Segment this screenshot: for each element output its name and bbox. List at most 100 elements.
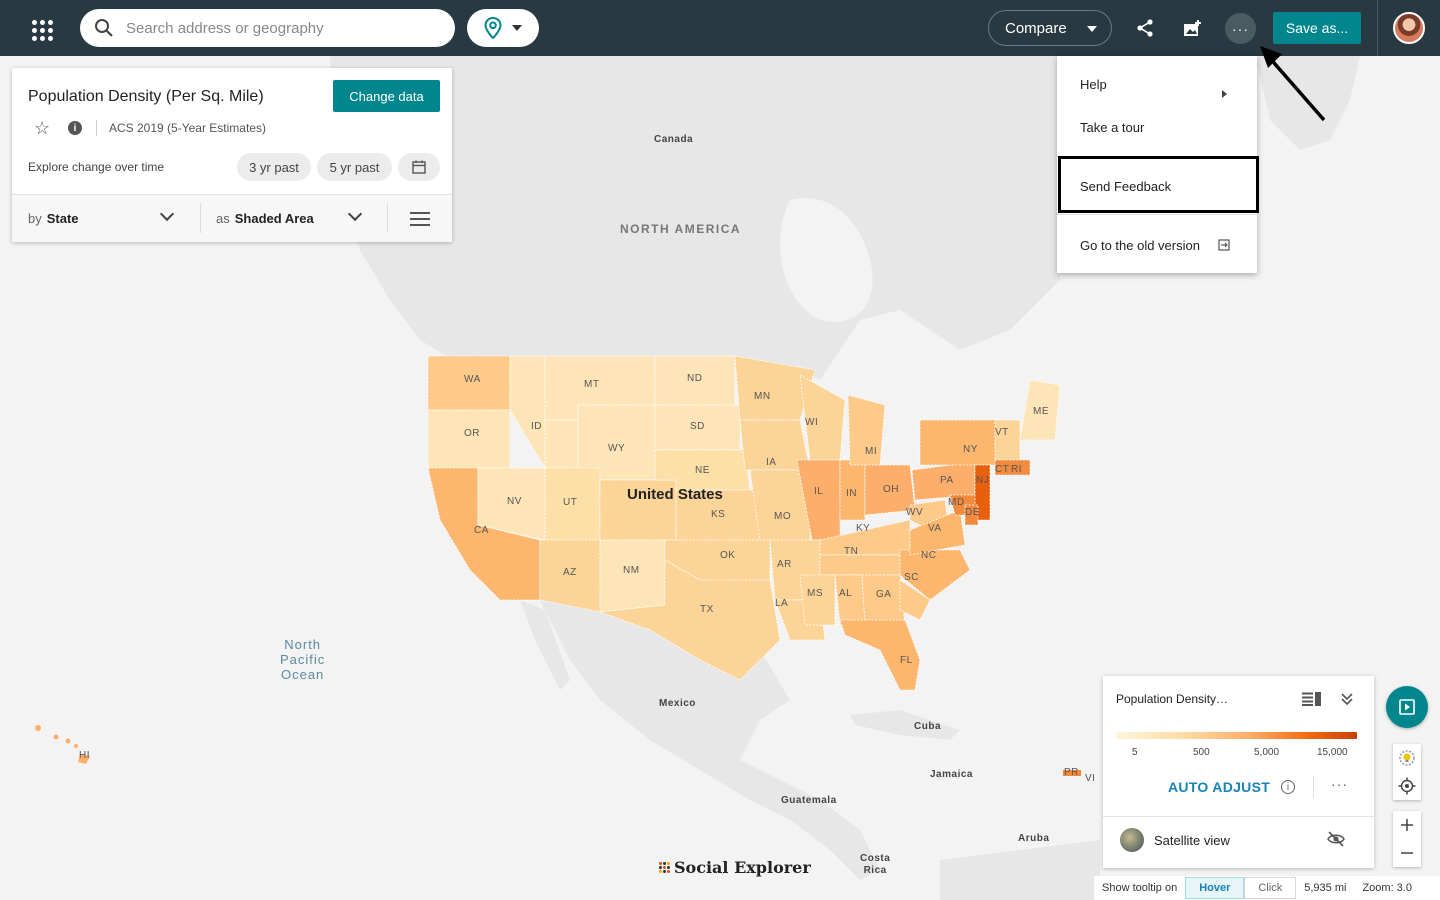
label-vi: VI	[1085, 773, 1096, 784]
state-label: NJ	[976, 475, 990, 486]
location-button[interactable]	[467, 9, 539, 47]
zoom-out-button[interactable]	[1393, 839, 1421, 867]
chevron-down-icon	[1087, 26, 1097, 32]
state-label: NC	[921, 550, 937, 561]
info-icon[interactable]: i	[68, 121, 82, 135]
collapse-icon[interactable]	[1341, 692, 1353, 706]
share-icon[interactable]	[1131, 14, 1159, 42]
state-label: DE	[965, 507, 980, 518]
search-input[interactable]	[126, 19, 426, 37]
auto-adjust-button[interactable]: AUTO ADJUST	[1168, 779, 1270, 795]
select-divider	[387, 203, 388, 233]
location-controls	[1393, 744, 1421, 800]
state-label: NE	[695, 465, 710, 476]
state-label: GA	[876, 589, 892, 600]
label-aruba: Aruba	[1018, 833, 1050, 844]
state-label: UT	[563, 497, 578, 508]
export-image-icon[interactable]	[1178, 14, 1206, 42]
tooltip-click-toggle[interactable]: Click	[1244, 877, 1297, 899]
calendar-icon	[412, 160, 426, 174]
state-label: ME	[1033, 406, 1049, 417]
hamburger-menu-icon[interactable]	[410, 212, 430, 226]
visualization-type-select[interactable]: as Shaded Area	[216, 195, 386, 242]
eye-off-icon[interactable]	[1327, 831, 1345, 847]
state-label: WV	[906, 507, 924, 518]
menu-item-old-version[interactable]: Go to the old version	[1057, 227, 1257, 263]
zoom-in-button[interactable]	[1393, 811, 1421, 839]
search-icon	[95, 19, 113, 37]
five-year-past-button[interactable]: 5 yr past	[317, 153, 392, 181]
calendar-button[interactable]	[398, 153, 440, 181]
label-cuba: Cuba	[914, 721, 941, 732]
change-data-button[interactable]: Change data	[333, 80, 440, 112]
user-avatar[interactable]	[1393, 12, 1425, 44]
label-pr: PR	[1064, 767, 1079, 778]
logo-dots-icon	[659, 862, 670, 873]
legend-title: Population Density…	[1116, 692, 1229, 706]
label-mexico: Mexico	[659, 698, 696, 709]
more-options-button[interactable]: ···	[1225, 13, 1256, 44]
state-label: IN	[846, 488, 857, 499]
legend-tick: 15,000	[1317, 747, 1348, 758]
state-label: WI	[805, 417, 819, 428]
state-label: AL	[839, 588, 853, 599]
minus-icon	[1401, 852, 1413, 854]
present-button[interactable]	[1386, 686, 1428, 728]
play-icon	[1399, 699, 1415, 715]
state-label: TX	[700, 604, 714, 615]
visualization-type-value: Shaded Area	[234, 211, 314, 226]
state-label: FL	[900, 655, 913, 666]
menu-item-help[interactable]: Help	[1057, 66, 1257, 102]
page-title: Population Density (Per Sq. Mile)	[28, 88, 264, 105]
save-as-button[interactable]: Save as...	[1273, 12, 1361, 44]
more-options-menu: Help Take a tour Send Feedback Go to the…	[1057, 56, 1257, 273]
data-panel: Population Density (Per Sq. Mile) Change…	[12, 68, 452, 242]
state-label: MI	[865, 446, 878, 457]
star-icon[interactable]: ☆	[34, 118, 50, 139]
menu-item-take-a-tour[interactable]: Take a tour	[1057, 109, 1257, 145]
legend-tick: 5,000	[1254, 747, 1280, 758]
satellite-thumbnail	[1120, 828, 1144, 852]
state-label: OH	[883, 484, 899, 495]
legend-tick: 5	[1132, 747, 1138, 758]
state-label: VT	[995, 427, 1009, 438]
search-box[interactable]	[80, 9, 455, 47]
menu-item-send-feedback[interactable]: Send Feedback	[1057, 168, 1257, 204]
legend-more-icon[interactable]: ···	[1331, 776, 1348, 792]
by-prefix: by	[28, 211, 42, 226]
tooltip-hover-toggle[interactable]: Hover	[1185, 877, 1245, 899]
label-costa-rica: Costa Rica	[860, 853, 891, 876]
meta-divider	[96, 120, 97, 136]
brand-name: Social Explorer	[674, 858, 811, 877]
legend-tick: 500	[1193, 747, 1210, 758]
menu-item-label: Take a tour	[1080, 119, 1145, 135]
lightbulb-pin-icon	[1399, 750, 1415, 766]
state-label: TN	[844, 546, 859, 557]
apps-grid-icon[interactable]	[26, 14, 54, 42]
state-label: CA	[474, 525, 489, 536]
state-label: KY	[856, 523, 871, 534]
label-jamaica: Jamaica	[930, 769, 973, 780]
map-pin-icon	[484, 17, 502, 39]
label-north-america: NORTH AMERICA	[620, 222, 742, 236]
label-guatemala: Guatemala	[781, 795, 837, 806]
label-united-states: United States	[627, 486, 723, 503]
info-icon[interactable]: i	[1281, 780, 1295, 794]
chevron-down-icon	[512, 25, 522, 31]
chevron-down-icon	[347, 206, 363, 222]
zoom-controls	[1393, 811, 1421, 867]
legend-divider	[1313, 776, 1314, 798]
state-label: CT	[995, 464, 1010, 475]
three-year-past-button[interactable]: 3 yr past	[237, 153, 311, 181]
compare-button[interactable]: Compare	[988, 10, 1112, 46]
locate-me-button[interactable]	[1393, 772, 1421, 800]
pin-location-button[interactable]	[1393, 744, 1421, 772]
geography-level-select[interactable]: by State	[28, 195, 198, 242]
state-label: LA	[775, 598, 789, 609]
legend-section-divider	[1103, 816, 1374, 817]
state-label: PA	[940, 475, 954, 486]
state-label: RI	[1011, 464, 1022, 475]
legend-layout-icon[interactable]	[1302, 692, 1322, 706]
state-label: SD	[690, 421, 705, 432]
panel-controls: by State as Shaded Area	[12, 195, 452, 242]
